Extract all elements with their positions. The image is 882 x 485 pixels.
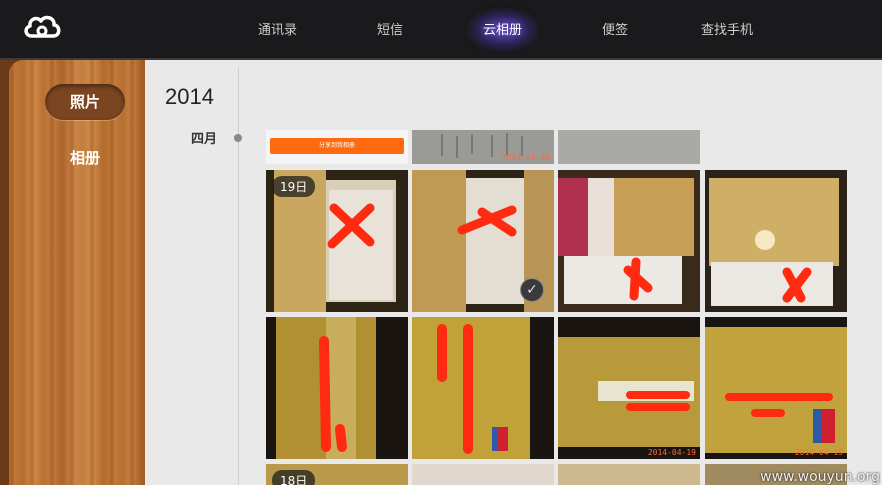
photo-content [558, 130, 700, 164]
day-badge: 19日 [272, 176, 316, 197]
photo-thumbnail[interactable]: 18日 [266, 464, 408, 485]
photo-date-stamp: 2014-04-19 [647, 448, 696, 457]
photo-thumbnail[interactable] [705, 170, 847, 312]
photo-content [558, 317, 700, 459]
photo-thumbnail[interactable] [266, 317, 408, 459]
nav-notes[interactable]: 便签 [602, 19, 628, 38]
photo-thumbnail[interactable]: ✓ [412, 170, 554, 312]
photo-thumbnail[interactable]: 2014-04-19 [705, 317, 847, 459]
photo-thumbnail[interactable] [412, 317, 554, 459]
sidebar-item-albums[interactable]: 相册 [45, 140, 125, 176]
timeline-dot [234, 134, 242, 142]
day-badge: 18日 [272, 470, 316, 485]
photo-thumbnail[interactable]: 2014-04-19 [558, 317, 700, 459]
timeline-month: 四月 [191, 132, 218, 147]
photo-thumbnail[interactable] [558, 130, 700, 164]
photo-banner-text: 分享到我相册 [318, 142, 355, 149]
photo-content [705, 170, 847, 312]
timeline-year: 2014 [165, 84, 214, 109]
photo-thumbnail[interactable] [558, 170, 700, 312]
timeline-line [238, 68, 239, 485]
photo-thumbnail[interactable]: 2014-04-28 [412, 130, 554, 164]
top-nav-bar: 通讯录 短信 云相册 便签 查找手机 [0, 0, 882, 60]
nav-find-phone[interactable]: 查找手机 [701, 19, 753, 38]
main-nav: 通讯录 短信 云相册 便签 查找手机 [0, 0, 882, 58]
sidebar-item-photos[interactable]: 照片 [45, 84, 125, 120]
photo-thumbnail[interactable] [412, 464, 554, 485]
photo-thumbnail[interactable] [558, 464, 700, 485]
photo-content [412, 317, 554, 459]
photo-date-stamp: 2014-04-28 [501, 153, 550, 162]
nav-contacts[interactable]: 通讯录 [258, 19, 297, 38]
photo-date-stamp: 2014-04-19 [794, 448, 843, 457]
nav-sms[interactable]: 短信 [377, 19, 403, 38]
watermark-text: www.wouyun.org [760, 469, 880, 485]
photo-content [266, 317, 408, 459]
photo-content [558, 170, 700, 312]
photo-thumbnail[interactable]: 19日 [266, 170, 408, 312]
check-icon[interactable]: ✓ [520, 278, 544, 302]
nav-cloud-album[interactable]: 云相册 [483, 19, 522, 38]
wood-panel [9, 60, 145, 485]
photo-thumbnail[interactable]: 分享到我相册 [266, 130, 408, 164]
sidebar [0, 60, 145, 485]
photo-content [705, 317, 847, 459]
